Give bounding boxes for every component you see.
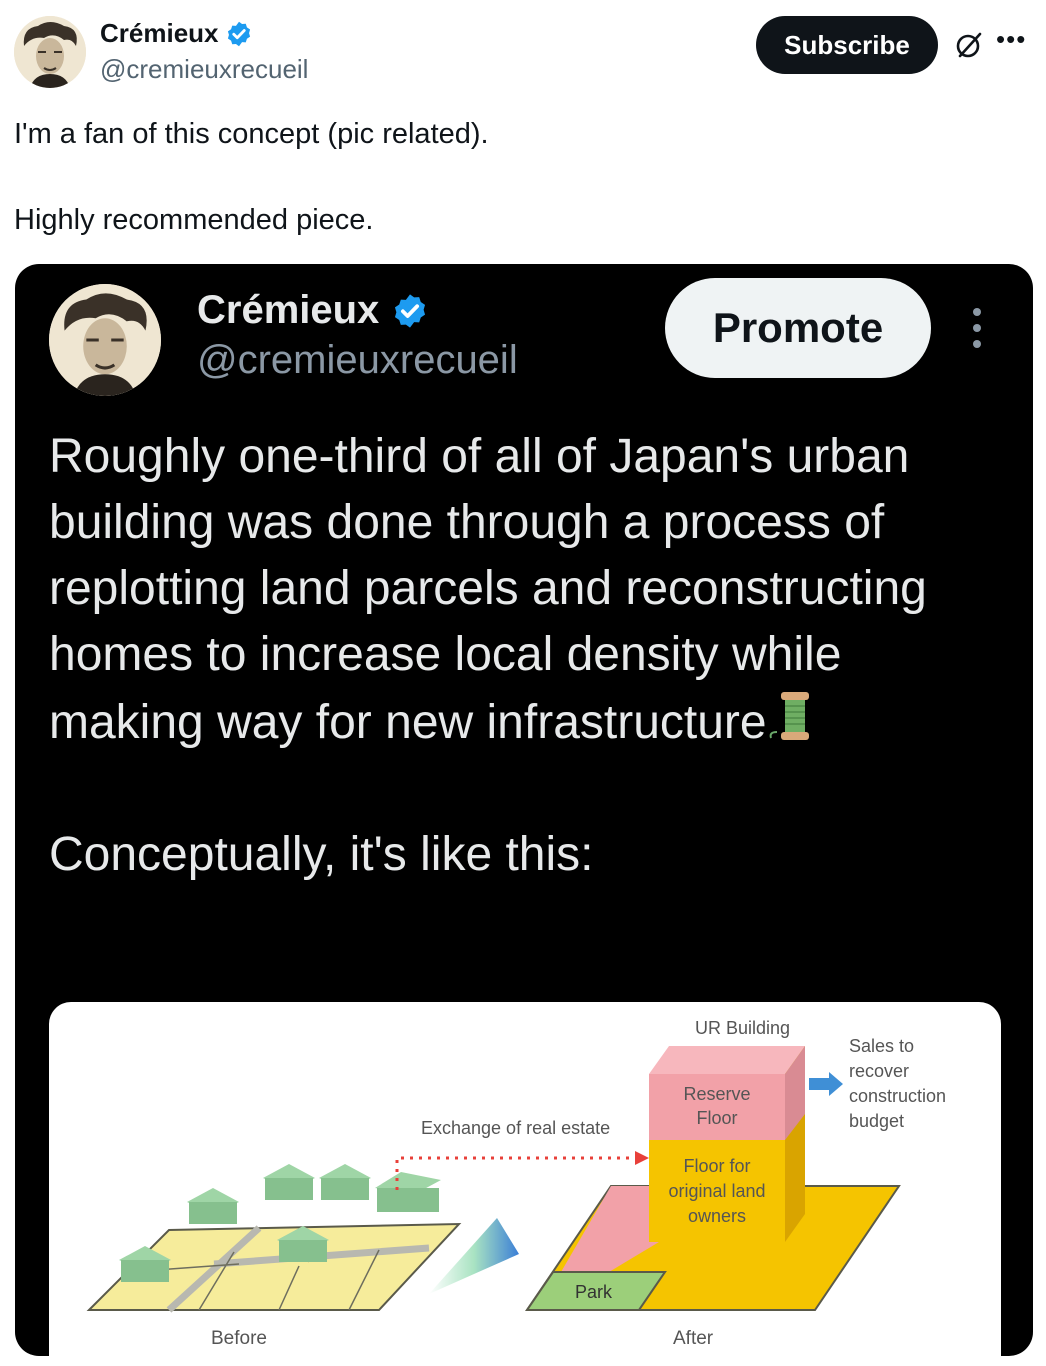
sales-label: budget bbox=[849, 1111, 904, 1131]
display-name[interactable]: Crémieux bbox=[100, 18, 219, 49]
more-vertical-icon bbox=[971, 308, 983, 348]
after-label: After bbox=[673, 1328, 714, 1349]
embedded-tweet-image[interactable]: Crémieux @cremieuxrecueil Promote Roughl… bbox=[15, 264, 1033, 1356]
handle[interactable]: @cremieuxrecueil bbox=[100, 54, 308, 85]
house-icon bbox=[187, 1188, 239, 1224]
sales-arrow-icon bbox=[809, 1072, 843, 1096]
owners-floor-label: Floor for bbox=[683, 1156, 750, 1176]
house-icon bbox=[375, 1172, 441, 1212]
outer-tweet-header: Crémieux @cremieuxrecueil Subscribe ••• bbox=[14, 14, 1032, 90]
sales-label: recover bbox=[849, 1061, 909, 1081]
verified-badge-icon bbox=[227, 21, 250, 46]
reserve-floor-label: Reserve bbox=[683, 1084, 750, 1104]
avatar-portrait-icon bbox=[49, 284, 161, 396]
park-label: Park bbox=[575, 1282, 613, 1302]
embed-text-paragraph: Conceptually, it's like this: bbox=[49, 828, 594, 881]
embed-display-name: Crémieux bbox=[197, 288, 380, 332]
more-icon[interactable]: ••• bbox=[996, 24, 1026, 55]
exchange-arrow bbox=[395, 1156, 635, 1190]
owners-floor-label: owners bbox=[688, 1206, 746, 1226]
house-icon bbox=[319, 1164, 371, 1200]
grok-icon[interactable] bbox=[954, 30, 984, 60]
embed-avatar bbox=[49, 284, 161, 396]
spool-emoji-icon bbox=[769, 692, 809, 740]
diagram-svg: Exchange of real estate Park Reserve Flo… bbox=[86, 1018, 946, 1349]
embed-handle: @cremieuxrecueil bbox=[197, 338, 518, 382]
exchange-label: Exchange of real estate bbox=[421, 1118, 610, 1138]
embed-text-paragraph: Roughly one-third of all of Japan's urba… bbox=[49, 424, 1009, 756]
tweet-text: I'm a fan of this concept (pic related).… bbox=[14, 112, 1024, 242]
subscribe-button[interactable]: Subscribe bbox=[756, 16, 938, 74]
reserve-floor-label: Floor bbox=[696, 1108, 737, 1128]
tweet-text-line: Highly recommended piece. bbox=[14, 204, 374, 236]
before-label: Before bbox=[211, 1328, 267, 1349]
land-readjustment-diagram: Exchange of real estate Park Reserve Flo… bbox=[49, 1002, 1001, 1356]
promote-button: Promote bbox=[665, 278, 931, 378]
house-icon bbox=[263, 1164, 315, 1200]
ur-building-label: UR Building bbox=[695, 1018, 790, 1038]
sales-label: Sales to bbox=[849, 1036, 914, 1056]
tweet-text-line: I'm a fan of this concept (pic related). bbox=[14, 118, 489, 150]
sales-label: construction bbox=[849, 1086, 946, 1106]
name-row: Crémieux bbox=[100, 18, 253, 49]
avatar[interactable] bbox=[14, 16, 86, 88]
embed-name-row: Crémieux bbox=[197, 288, 429, 333]
avatar-portrait-icon bbox=[14, 16, 86, 88]
building-top bbox=[649, 1046, 805, 1074]
embed-tweet-text: Roughly one-third of all of Japan's urba… bbox=[49, 424, 1009, 888]
owners-floor-label: original land bbox=[668, 1181, 765, 1201]
verified-badge-icon bbox=[395, 293, 426, 328]
